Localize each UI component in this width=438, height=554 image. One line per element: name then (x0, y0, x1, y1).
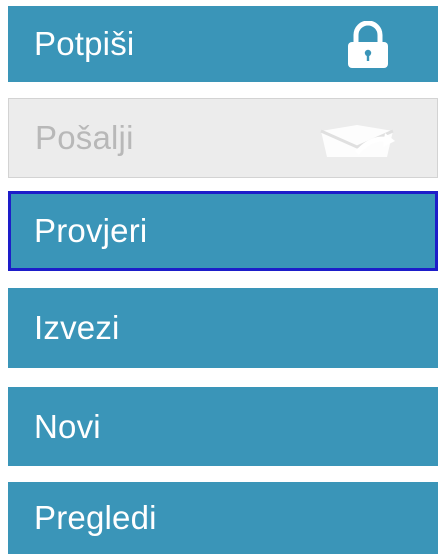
send-button[interactable]: Pošalji (8, 98, 438, 178)
sign-button-label: Potpiši (34, 25, 135, 62)
verify-button-label: Provjeri (34, 212, 148, 249)
new-button-label: Novi (34, 407, 101, 445)
lock-icon (348, 21, 388, 68)
verify-button[interactable]: Provjeri (8, 191, 438, 271)
export-button-label: Izvezi (34, 309, 120, 346)
send-button-label: Pošalji (35, 119, 134, 156)
send-mail-icon (320, 125, 395, 157)
export-button[interactable]: Izvezi (8, 288, 438, 368)
preview-button-label: Pregledi (34, 499, 157, 536)
sign-button[interactable]: Potpiši (8, 6, 438, 82)
new-button[interactable]: Novi (8, 387, 438, 466)
preview-button[interactable]: Pregledi (8, 482, 438, 554)
action-menu: Potpiši Pošalji Provjeri Izvezi Novi Pre… (0, 0, 438, 554)
